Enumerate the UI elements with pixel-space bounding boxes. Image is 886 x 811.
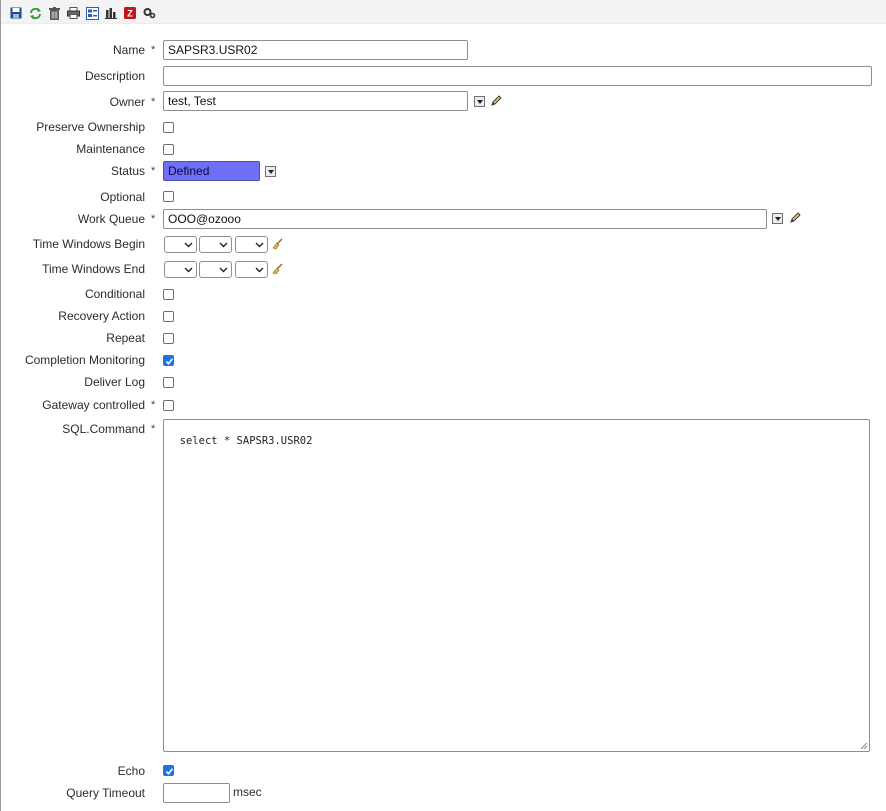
toolbar: Z [1, 0, 886, 24]
work-queue-input[interactable]: OOO@ozooo [163, 209, 767, 229]
work-queue-required-marker: * [151, 213, 156, 225]
name-input[interactable]: SAPSR3.USR02 [163, 40, 468, 60]
check-icon [165, 358, 174, 366]
pencil-icon[interactable] [789, 212, 801, 224]
status-field[interactable]: Defined [163, 161, 260, 181]
gateway-controlled-label: Gateway controlled [42, 398, 145, 412]
owner-input[interactable]: test, Test [163, 91, 468, 111]
time-windows-begin-hour-select[interactable] [164, 236, 197, 253]
conditional-label: Conditional [84, 287, 145, 301]
gateway-controlled-required-marker: * [151, 399, 156, 411]
maintenance-checkbox[interactable] [163, 144, 174, 155]
chevron-down-icon [184, 267, 193, 273]
completion-monitoring-label: Completion Monitoring [24, 353, 145, 367]
conditional-checkbox[interactable] [163, 289, 174, 300]
status-required-marker: * [151, 165, 156, 177]
repeat-checkbox[interactable] [163, 333, 174, 344]
chevron-down-icon [255, 242, 264, 248]
owner-dropdown-button[interactable] [474, 96, 485, 107]
deliver-log-label: Deliver Log [84, 375, 145, 389]
query-timeout-input[interactable] [163, 783, 230, 803]
chevron-down-icon [476, 99, 483, 104]
chevron-down-icon [219, 267, 228, 273]
clear-broom-icon[interactable] [272, 238, 284, 250]
gateway-controlled-checkbox[interactable] [163, 400, 174, 411]
status-dropdown-button[interactable] [265, 166, 276, 177]
pencil-icon[interactable] [490, 95, 502, 107]
echo-checkbox[interactable] [163, 765, 174, 776]
recovery-action-checkbox[interactable] [163, 311, 174, 322]
check-icon [165, 768, 174, 776]
time-windows-end-second-select[interactable] [235, 261, 268, 278]
settings-icon[interactable] [142, 6, 156, 20]
sql-command-required-marker: * [151, 423, 156, 435]
sql-command-textarea[interactable]: select * SAPSR3.USR02 [163, 419, 870, 752]
chevron-down-icon [267, 169, 274, 174]
name-required-marker: * [151, 44, 156, 56]
repeat-label: Repeat [106, 331, 145, 345]
name-label: Name [112, 43, 145, 57]
time-windows-end-hour-select[interactable] [164, 261, 197, 278]
owner-label: Owner [109, 95, 145, 109]
optional-label: Optional [100, 190, 145, 204]
maintenance-label: Maintenance [76, 142, 145, 156]
svg-text:Z: Z [127, 9, 133, 19]
time-windows-end-minute-select[interactable] [199, 261, 232, 278]
chevron-down-icon [255, 267, 264, 273]
status-label: Status [110, 164, 145, 178]
chevron-down-icon [184, 242, 193, 248]
properties-icon[interactable] [85, 6, 99, 20]
refresh-icon[interactable] [28, 6, 42, 20]
query-timeout-label: Query Timeout [66, 786, 145, 800]
work-queue-dropdown-button[interactable] [772, 213, 783, 224]
print-icon[interactable] [66, 6, 80, 20]
preserve-ownership-checkbox[interactable] [163, 122, 174, 133]
save-icon[interactable] [9, 6, 23, 20]
resize-handle-icon[interactable] [859, 741, 868, 750]
time-windows-begin-second-select[interactable] [235, 236, 268, 253]
time-windows-begin-label: Time Windows Begin [32, 237, 145, 251]
preserve-ownership-label: Preserve Ownership [36, 120, 145, 134]
deliver-log-checkbox[interactable] [163, 377, 174, 388]
completion-monitoring-checkbox[interactable] [163, 355, 174, 366]
time-windows-begin-minute-select[interactable] [199, 236, 232, 253]
chevron-down-icon [219, 242, 228, 248]
description-label: Description [84, 69, 145, 83]
export-icon[interactable]: Z [123, 6, 137, 20]
statistics-icon[interactable] [104, 6, 118, 20]
sql-command-label: SQL.Command [62, 422, 145, 436]
optional-checkbox[interactable] [163, 191, 174, 202]
window-left-border [0, 0, 1, 811]
echo-label: Echo [117, 764, 145, 778]
recovery-action-label: Recovery Action [58, 309, 145, 323]
time-windows-end-label: Time Windows End [42, 262, 145, 276]
clear-broom-icon[interactable] [272, 263, 284, 275]
sql-command-text: select * SAPSR3.USR02 [179, 435, 313, 447]
delete-icon[interactable] [47, 6, 61, 20]
description-input[interactable] [163, 66, 872, 86]
chevron-down-icon [774, 216, 781, 221]
query-timeout-unit: msec [233, 785, 262, 799]
work-queue-label: Work Queue [77, 212, 145, 226]
owner-required-marker: * [151, 96, 156, 108]
